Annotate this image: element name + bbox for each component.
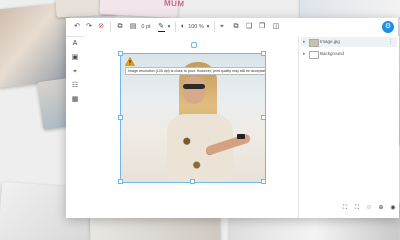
opacity-icon[interactable]: ◐ [178,21,188,33]
settings-button[interactable]: ⚙ [382,21,394,33]
resize-handle[interactable] [190,179,195,184]
toolbar-divider [214,22,215,32]
gear-icon: ⚙ [384,23,392,30]
zoom-out-icon[interactable]: ⊖ [364,203,374,213]
stroke-width-select[interactable]: 0 pt [139,21,153,33]
trash-icon[interactable]: ◫ [271,21,281,33]
layer-item-image[interactable]: ▸ Image.jpg ⋮ [301,37,397,47]
image-sunglasses [183,84,205,89]
toolbar: ↶ ↷ ⊘ ⧉ ▤ 0 pt ✎ ▾ ◐ 100 % ▾ ⌖ ⧉ ❏ ❐ ◫ ⚙ [66,18,398,37]
redo-icon[interactable]: ↷ [84,21,94,33]
resize-handle[interactable] [118,179,123,184]
resize-handle[interactable] [118,51,123,56]
view-controls: ⛶ ⛶ ⊖ ⊕ ◉ [298,200,398,216]
resize-handle[interactable] [118,115,123,120]
arrange-icon[interactable]: ❏ [244,21,254,33]
editor-window: ↶ ↷ ⊘ ⧉ ▤ 0 pt ✎ ▾ ◐ 100 % ▾ ⌖ ⧉ ❏ ❐ ◫ ⚙… [66,18,399,218]
left-toolbar: A ▣ ⌖ ☷ ▦ [66,36,85,218]
collage-card-text: MUM [163,0,185,9]
resize-handle[interactable] [261,51,266,56]
copy-style-icon[interactable]: ⧉ [115,21,125,33]
toolbar-divider [175,22,176,32]
rotate-handle[interactable] [191,42,197,48]
layer-item-background[interactable]: ▸ Background [301,49,397,59]
layer-thumbnail [309,39,319,47]
resize-handle[interactable] [261,179,266,184]
transform-icon[interactable]: ⌖ [217,21,227,33]
layout-tool-icon[interactable]: ▦ [70,95,80,105]
chevron-down-icon[interactable]: ▾ [166,21,172,33]
duplicate-icon[interactable]: ❐ [257,21,267,33]
toolbar-divider [110,22,111,32]
collage-tile-top-right [300,0,400,18]
layer-label: Image.jpg [320,39,340,44]
fit-screen-icon[interactable]: ⛶ [340,203,350,213]
resize-handle[interactable] [261,115,266,120]
warning-triangle-icon[interactable] [125,57,135,66]
crop-tool-icon[interactable]: ⌖ [70,67,80,77]
image-phone [237,134,245,139]
layer-label: Background [320,51,345,56]
stroke-icon[interactable]: ▤ [128,21,138,33]
preview-eye-icon[interactable]: ◉ [388,203,398,213]
image-tool-icon[interactable]: ▣ [70,53,80,63]
more-icon[interactable]: ⋮ [388,37,393,47]
chevron-right-icon: ▸ [303,51,306,57]
resolution-warning-tooltip: Image resolution (105 dpi) is close to p… [125,67,265,75]
zoom-select[interactable]: 100 % [188,21,204,33]
fullscreen-icon[interactable]: ⛶ [352,203,362,213]
undo-icon[interactable]: ↶ [72,21,82,33]
group-icon[interactable]: ⧉ [231,21,241,33]
layers-panel: ▸ Image.jpg ⋮ ▸ Background [298,36,399,218]
chevron-right-icon: ▸ [303,39,306,45]
pen-color-icon[interactable]: ✎ [156,21,166,33]
selected-image[interactable]: Image resolution (105 dpi) is close to p… [120,53,266,183]
delete-icon[interactable]: ⊘ [96,21,106,33]
zoom-in-icon[interactable]: ⊕ [376,203,386,213]
canvas-area[interactable]: Image resolution (105 dpi) is close to p… [84,36,298,218]
image-face [183,76,205,104]
text-tool-icon[interactable]: A [70,39,80,49]
shapes-tool-icon[interactable]: ☷ [70,81,80,91]
chevron-down-icon[interactable]: ▾ [205,21,211,33]
layer-thumbnail [309,51,319,59]
